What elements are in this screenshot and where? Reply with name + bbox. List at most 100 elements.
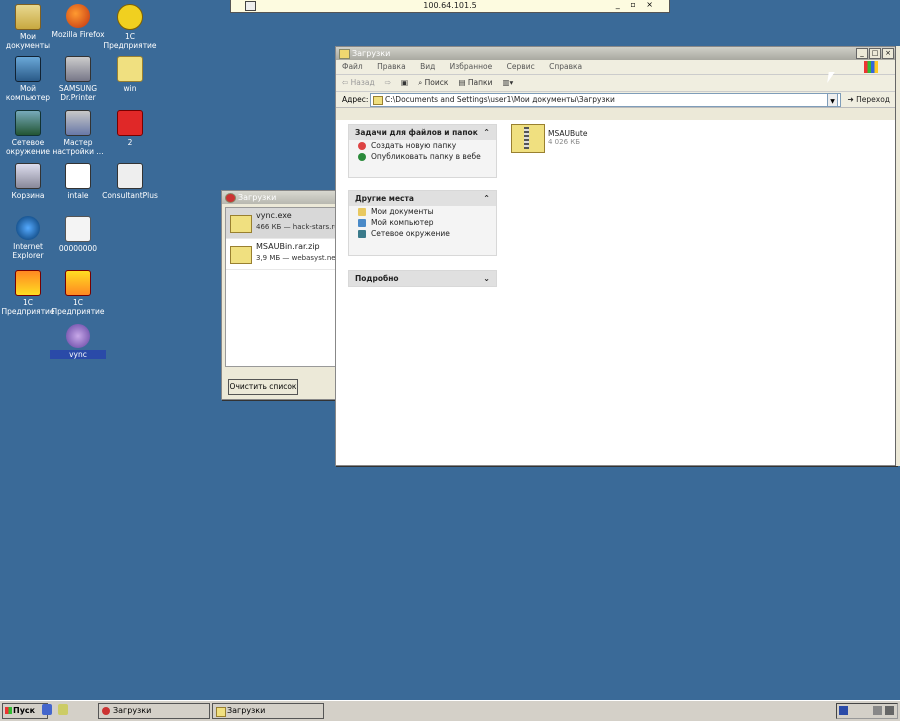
folders-button[interactable]: ▤ Папки (458, 75, 492, 91)
taskbar: Пуск Загрузки Загрузки (0, 700, 900, 721)
address-input[interactable]: C:\Documents and Settings\user1\Мои доку… (370, 93, 841, 107)
explorer-titlebar[interactable]: Загрузки _ □ × (336, 47, 896, 60)
quicklaunch-desktop-icon[interactable] (58, 704, 68, 715)
chevron-up-icon[interactable]: ⌃ (483, 125, 490, 140)
folder-icon (117, 56, 143, 82)
explorer-title: Загрузки (352, 49, 391, 58)
maximize-button[interactable]: □ (869, 48, 881, 59)
desktop-icon-network[interactable]: Сетевое окружение (0, 110, 56, 156)
other-places-header[interactable]: Другие места ⌃ (349, 191, 496, 206)
clear-list-button[interactable]: Очистить список (228, 379, 298, 395)
tray-icon[interactable] (885, 706, 894, 715)
desktop-icon-1c[interactable]: 1С Предприятие (102, 4, 158, 50)
views-button[interactable]: ▥▾ (502, 75, 513, 91)
menu-favorites[interactable]: Избранное (450, 62, 493, 71)
desktop-icon-wizard[interactable]: Мастер настройки ... (50, 110, 106, 156)
desktop-icon-vync[interactable]: vync (50, 324, 106, 359)
desktop-icon-my-documents[interactable]: Мои документы (0, 4, 56, 50)
1c-icon (15, 270, 41, 296)
file-item[interactable]: MSAUBute 4 026 КБ (511, 124, 631, 158)
desktop-icon-00000000[interactable]: 00000000 (50, 216, 106, 253)
desktop-icon-firefox[interactable]: Mozilla Firefox (50, 4, 106, 39)
downloads-window: Загрузки vync.exe 466 КБ — hack-stars.ru… (221, 190, 337, 400)
system-tray (836, 703, 898, 719)
firefox-icon (225, 193, 236, 203)
menu-tools[interactable]: Сервис (507, 62, 535, 71)
network-icon (358, 230, 366, 238)
close-button[interactable]: × (882, 48, 894, 59)
place-network[interactable]: Сетевое окружение (349, 228, 496, 239)
windows-logo-icon (5, 707, 12, 714)
toolbar: ⇦ Назад ⇨ ▣ ⌕ Поиск ▤ Папки ▥▾ (336, 75, 896, 92)
documents-icon (358, 208, 366, 216)
desktop-icon-1c-enterprise-b[interactable]: 1С Предприятие (50, 270, 106, 316)
desktop-icon-samsung-printer[interactable]: SAMSUNG Dr.Printer (50, 56, 106, 102)
file-size: 4 026 КБ (548, 138, 581, 146)
desktop-icon-intale[interactable]: intale (50, 163, 106, 200)
desktop-icon-2[interactable]: 2 (102, 110, 158, 147)
minimize-button[interactable]: _ (856, 48, 868, 59)
task-new-folder[interactable]: Создать новую папку (349, 140, 496, 151)
firefox-icon (66, 4, 90, 28)
taskbar-item-downloads-firefox[interactable]: Загрузки (98, 703, 210, 719)
tray-icon[interactable] (873, 706, 882, 715)
globe-icon (358, 153, 366, 161)
desktop-icon-recycle-bin[interactable]: Корзина (0, 163, 56, 200)
forward-button[interactable]: ⇨ (385, 75, 391, 91)
chevron-down-icon[interactable]: ⌄ (483, 271, 490, 286)
desktop-icon-win[interactable]: win (102, 56, 158, 93)
back-button[interactable]: ⇦ Назад (342, 75, 375, 91)
folder-icon (216, 707, 226, 717)
chevron-up-icon[interactable]: ⌃ (483, 191, 490, 206)
download-meta: 466 КБ — hack-stars.ru (256, 223, 337, 231)
explorer-window: Загрузки _ □ × Файл Правка Вид Избранное… (335, 46, 897, 466)
zip-folder-icon (511, 124, 545, 153)
download-item[interactable]: MSAUBin.rar.zip 3,9 МБ — webasyst.net (226, 239, 336, 270)
remote-address: 100.64.101.5 (423, 1, 477, 10)
vync-icon (66, 324, 90, 348)
download-meta: 3,9 МБ — webasyst.net (256, 254, 337, 262)
internet-explorer-icon (16, 216, 40, 240)
tasks-panel-header[interactable]: Задачи для файлов и папок ⌃ (349, 125, 496, 140)
computer-icon (15, 56, 41, 82)
desktop-icon-1c-enterprise-a[interactable]: 1С Предприятие (0, 270, 56, 316)
menu-edit[interactable]: Правка (377, 62, 406, 71)
taskbar-item-downloads-explorer[interactable]: Загрузки (212, 703, 324, 719)
download-item[interactable]: vync.exe 466 КБ — hack-stars.ru (226, 208, 336, 239)
desktop-icon-internet-explorer[interactable]: Internet Explorer (0, 216, 56, 260)
menu-view[interactable]: Вид (420, 62, 435, 71)
file-name: MSAUBute (548, 129, 588, 138)
address-value: C:\Documents and Settings\user1\Мои доку… (385, 95, 615, 104)
download-name: vync.exe (256, 211, 292, 220)
menu-file[interactable]: Файл (342, 62, 363, 71)
desktop-icon-my-computer[interactable]: Мой компьютер (0, 56, 56, 102)
chevron-down-icon[interactable]: ▼ (827, 93, 838, 107)
desktop-icon-consultantplus[interactable]: ConsultantPlus (102, 163, 158, 200)
address-label: Адрес: (342, 95, 369, 104)
search-button[interactable]: ⌕ Поиск (418, 75, 448, 91)
menu-bar: Файл Правка Вид Избранное Сервис Справка (336, 60, 896, 75)
document-icon (65, 216, 91, 242)
gift-icon (117, 110, 143, 136)
folder-icon (373, 96, 383, 105)
language-icon[interactable] (839, 706, 848, 715)
windows-logo-icon (864, 61, 878, 73)
menu-help[interactable]: Справка (549, 62, 582, 71)
documents-icon (15, 4, 41, 30)
folder-icon (230, 215, 252, 233)
place-my-documents[interactable]: Мои документы (349, 206, 496, 217)
tasks-panel: Задачи для файлов и папок ⌃ Создать нову… (348, 124, 497, 178)
go-button[interactable]: ➜ Переход (847, 92, 890, 107)
task-publish-folder[interactable]: Опубликовать папку в вебе (349, 151, 496, 162)
wizard-icon (65, 110, 91, 136)
details-panel-header[interactable]: Подробно ⌄ (349, 271, 496, 286)
consultant-icon (117, 163, 143, 189)
place-my-computer[interactable]: Мой компьютер (349, 217, 496, 228)
remote-window-buttons[interactable]: _ ▫ × (616, 0, 657, 9)
downloads-title: Загрузки (238, 193, 277, 202)
downloads-titlebar[interactable]: Загрузки (222, 191, 336, 204)
quicklaunch-ie-icon[interactable] (42, 704, 52, 715)
details-panel: Подробно ⌄ (348, 270, 497, 287)
up-folder-icon[interactable]: ▣ (401, 75, 408, 91)
address-bar: Адрес: C:\Documents and Settings\user1\М… (336, 92, 896, 108)
